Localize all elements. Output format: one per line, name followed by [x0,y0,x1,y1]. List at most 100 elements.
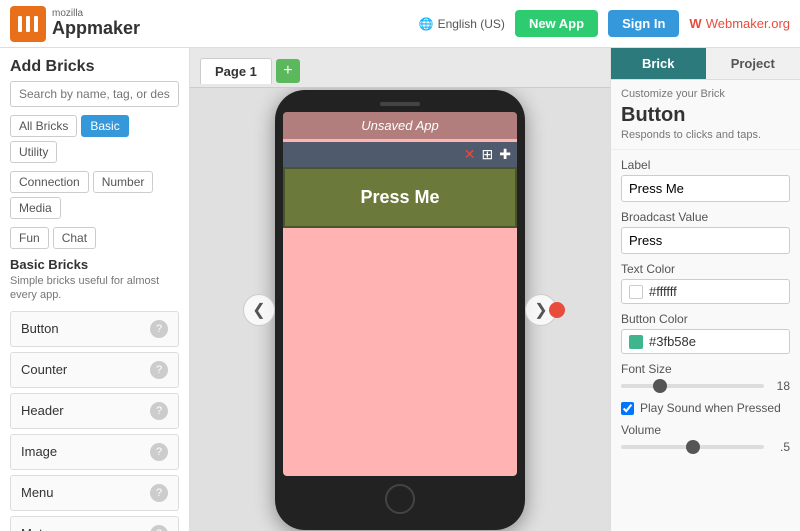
logo-icon [10,6,46,42]
button-color-label: Button Color [621,312,790,326]
brick-menu[interactable]: Menu ? [10,475,179,511]
filter-connection[interactable]: Connection [10,171,89,193]
basic-bricks-title: Basic Bricks [10,257,179,272]
label-input[interactable] [621,175,790,202]
filter-basic[interactable]: Basic [81,115,128,137]
customize-label: Customize your Brick [611,80,800,104]
tab-project[interactable]: Project [706,48,800,79]
canvas-container: ❮ Unsaved App ✕ ⊞ ✚ Press Me [190,88,610,531]
play-sound-row: Play Sound when Pressed [611,401,800,423]
close-icon[interactable]: ✕ [464,146,476,163]
brick-toolbar: ✕ ⊞ ✚ [283,142,517,167]
brick-type-title: Button [611,104,800,129]
brick-image[interactable]: Image ? [10,434,179,470]
main-layout: Add Bricks All Bricks Basic Utility Conn… [0,48,800,531]
filter-media[interactable]: Media [10,197,61,219]
broadcast-field-group: Broadcast Value [611,210,800,262]
font-size-label: Font Size [621,362,790,376]
phone-mockup: Unsaved App ✕ ⊞ ✚ Press Me [275,90,525,530]
button-color-field-group: Button Color #3fb58e [611,312,800,362]
red-dot-indicator [549,302,565,318]
brick-button[interactable]: Button ? [10,311,179,347]
brick-button-label: Button [21,321,59,336]
play-sound-label: Play Sound when Pressed [640,401,781,415]
right-tabs: Brick Project [611,48,800,80]
webmaker-icon: W [689,16,701,31]
button-color-swatch [629,335,643,349]
font-size-slider-row: 18 [621,379,790,393]
basic-bricks-desc: Simple bricks useful for almost every ap… [10,274,179,303]
filter-all[interactable]: All Bricks [10,115,77,137]
filter-row2: Connection Number Media [0,171,189,227]
logo-area: mozilla Appmaker [10,6,140,42]
font-size-field-group: Font Size 18 [611,362,800,401]
tab-brick[interactable]: Brick [611,48,706,79]
text-color-value: #ffffff [649,284,677,299]
volume-value: .5 [770,440,790,454]
play-sound-checkbox[interactable] [621,402,634,415]
topbar: mozilla Appmaker 🌐 English (US) New App … [0,0,800,48]
filter-number[interactable]: Number [93,171,154,193]
brick-header[interactable]: Header ? [10,393,179,429]
globe-icon: 🌐 [419,17,434,31]
brick-overlay: ✕ ⊞ ✚ Press Me [283,142,517,228]
brick-metronome-help[interactable]: ? [150,525,168,531]
text-color-field-group: Text Color #ffffff [611,262,800,312]
lang-selector[interactable]: 🌐 English (US) [419,17,505,31]
lang-label: English (US) [438,17,505,31]
filter-row: All Bricks Basic Utility [0,115,189,171]
app-title: Unsaved App [283,112,517,139]
button-color-value: #3fb58e [649,334,696,349]
webmaker-label: Webmaker.org [706,16,790,31]
prev-arrow[interactable]: ❮ [243,294,275,326]
brick-counter-label: Counter [21,362,67,377]
arrow-with-dot: ❯ [525,294,557,326]
brick-counter[interactable]: Counter ? [10,352,179,388]
font-size-value: 18 [770,379,790,393]
font-size-slider[interactable] [621,384,764,388]
tabs-bar: Page 1 + [190,48,610,88]
brick-metronome[interactable]: Metronome ? [10,516,179,531]
topbar-right: 🌐 English (US) New App Sign In W Webmake… [419,10,790,37]
phone-speaker [380,102,420,106]
volume-slider-row: .5 [621,440,790,454]
brick-menu-help[interactable]: ? [150,484,168,502]
add-page-button[interactable]: + [276,59,300,83]
filter-chat[interactable]: Chat [53,227,96,249]
page-tab-1[interactable]: Page 1 [200,58,272,84]
brick-metronome-label: Metronome [21,526,87,531]
press-me-button[interactable]: Press Me [283,167,517,228]
sign-in-button[interactable]: Sign In [608,10,679,37]
brick-header-help[interactable]: ? [150,402,168,420]
text-color-swatch [629,285,643,299]
left-panel: Add Bricks All Bricks Basic Utility Conn… [0,48,190,531]
add-bricks-title: Add Bricks [0,48,189,81]
volume-slider[interactable] [621,445,764,449]
webmaker-link[interactable]: W Webmaker.org [689,16,790,31]
text-color-field[interactable]: #ffffff [621,279,790,304]
brick-header-label: Header [21,403,64,418]
brick-image-help[interactable]: ? [150,443,168,461]
brick-counter-help[interactable]: ? [150,361,168,379]
search-input[interactable] [10,81,179,107]
button-color-field[interactable]: #3fb58e [621,329,790,354]
add-icon[interactable]: ✚ [499,146,511,163]
broadcast-input[interactable] [621,227,790,254]
volume-label: Volume [621,423,790,437]
label-field-group: Label [611,158,800,210]
brick-type-desc: Responds to clicks and taps. [611,129,800,150]
filter-row3: Fun Chat [0,227,189,257]
right-panel: Brick Project Customize your Brick Butto… [610,48,800,531]
phone-home-button[interactable] [385,484,415,514]
basic-bricks-section: Basic Bricks Simple bricks useful for al… [0,257,189,531]
brick-menu-label: Menu [21,485,54,500]
center-area: Page 1 + ❮ Unsaved App ✕ ⊞ ✚ Press Me [190,48,610,531]
move-icon[interactable]: ⊞ [482,146,494,163]
new-app-button[interactable]: New App [515,10,598,37]
filter-utility[interactable]: Utility [10,141,57,163]
filter-fun[interactable]: Fun [10,227,49,249]
logo-text: mozilla Appmaker [52,8,140,39]
brick-button-help[interactable]: ? [150,320,168,338]
label-field-label: Label [621,158,790,172]
logo-appmaker: Appmaker [52,19,140,39]
